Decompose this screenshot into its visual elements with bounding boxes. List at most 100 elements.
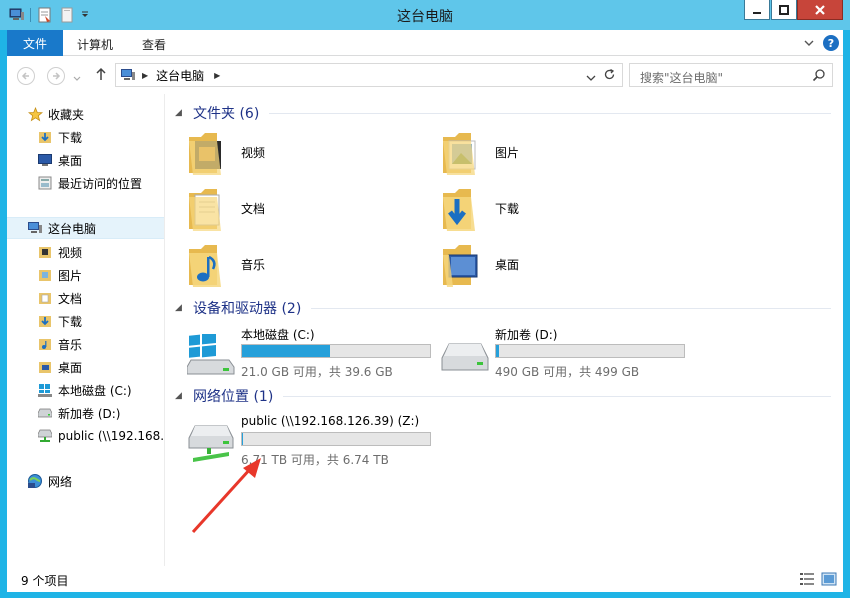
group-folders-title: 文件夹 (6) [193, 106, 260, 122]
group-folders[interactable]: ◢ 文件夹 (6) [171, 102, 837, 124]
ribbon: 文件 计算机 查看 ? [7, 30, 843, 56]
nav-favorite-desktop[interactable]: 桌面 [7, 149, 164, 171]
divider [311, 307, 831, 309]
breadcrumb[interactable]: 这台电脑 [156, 67, 204, 84]
minimize-button[interactable] [744, 0, 770, 20]
large-icons-view-icon[interactable] [821, 571, 837, 587]
folder-desktop[interactable]: 桌面 [429, 239, 679, 291]
usage-fill [242, 345, 331, 357]
collapse-icon[interactable]: ◢ [175, 391, 185, 401]
search-placeholder: 搜索"这台电脑" [640, 71, 724, 85]
search-icon[interactable] [812, 68, 826, 85]
nav-label: 下载 [58, 314, 83, 329]
nav-drive-d[interactable]: 新加卷 (D:) [7, 402, 164, 424]
videos-folder-icon [187, 129, 227, 177]
group-network-locations[interactable]: ◢ 网络位置 (1) [171, 385, 837, 407]
usage-bar [495, 344, 685, 358]
folder-music[interactable]: 音乐 [175, 239, 425, 291]
computer-icon [120, 68, 136, 82]
drive-c[interactable]: 本地磁盘 (C:) 21.0 GB 可用，共 39.6 GB [175, 324, 431, 384]
nav-favorite-recent[interactable]: 最近访问的位置 [7, 172, 164, 194]
forward-button[interactable] [47, 67, 65, 85]
nav-music[interactable]: 音乐 [7, 333, 164, 355]
chevron-right-icon[interactable]: ▶ [142, 71, 148, 80]
nav-favorites[interactable]: 收藏夹 [7, 103, 164, 125]
group-network-title: 网络位置 (1) [193, 389, 274, 405]
nav-documents[interactable]: 文档 [7, 287, 164, 309]
up-arrow-icon[interactable] [95, 67, 107, 84]
nav-label: 视频 [58, 245, 83, 260]
drive-name: 新加卷 (D:) [495, 328, 558, 342]
expand-ribbon-icon[interactable] [801, 35, 817, 51]
annotation-arrow [191, 458, 261, 534]
nav-label: 图片 [58, 268, 83, 283]
content-pane: ◢ 文件夹 (6) 视频 图片 文档 下载 音乐 桌面 ◢ 设备和驱动器 (2)… [171, 94, 843, 566]
downloads-icon [37, 129, 53, 145]
nav-favorite-downloads[interactable]: 下载 [7, 126, 164, 148]
documents-folder-icon [37, 290, 53, 306]
nav-pictures[interactable]: 图片 [7, 264, 164, 286]
divider [269, 112, 831, 114]
star-icon [27, 106, 43, 122]
folder-videos[interactable]: 视频 [175, 127, 425, 179]
tab-view[interactable]: 查看 [142, 36, 166, 53]
nav-favorites-label: 收藏夹 [48, 107, 85, 122]
search-input[interactable]: 搜索"这台电脑" [629, 63, 833, 87]
folder-label: 图片 [495, 146, 520, 160]
window-title: 这台电脑 [397, 9, 453, 25]
main-body: 收藏夹 下载 桌面 最近访问的位置 这台电脑 视频 图片 文档 下载 音乐 桌面… [7, 94, 843, 566]
videos-folder-icon [37, 244, 53, 260]
close-button[interactable] [797, 0, 843, 20]
nav-videos[interactable]: 视频 [7, 241, 164, 263]
group-devices[interactable]: ◢ 设备和驱动器 (2) [171, 297, 837, 319]
windows-drive-icon [37, 382, 53, 398]
nav-label: 最近访问的位置 [58, 176, 143, 191]
collapse-icon[interactable]: ◢ [175, 303, 185, 313]
refresh-icon[interactable] [603, 68, 616, 84]
maximize-button[interactable] [771, 0, 797, 20]
nav-desktop[interactable]: 桌面 [7, 356, 164, 378]
drive-d[interactable]: 新加卷 (D:) 490 GB 可用，共 499 GB [429, 324, 685, 384]
chevron-right-icon[interactable]: ▶ [214, 71, 220, 80]
pictures-folder-icon [37, 267, 53, 283]
ribbon-controls: ? [801, 35, 839, 51]
folder-downloads[interactable]: 下载 [429, 183, 679, 235]
folder-pictures[interactable]: 图片 [429, 127, 679, 179]
details-view-icon[interactable] [799, 571, 815, 587]
nav-this-pc[interactable]: 这台电脑 [7, 217, 164, 239]
address-row: ▶ 这台电脑 ▶ 搜索"这台电脑" [7, 56, 843, 94]
music-folder-icon [37, 336, 53, 352]
nav-label: 文档 [58, 291, 83, 306]
network-icon [27, 473, 43, 489]
nav-label: 下载 [58, 130, 83, 145]
desktop-icon [37, 152, 53, 168]
computer-icon [27, 220, 43, 236]
folder-label: 桌面 [495, 258, 520, 272]
tab-computer[interactable]: 计算机 [77, 36, 113, 53]
music-folder-icon [187, 241, 227, 289]
collapse-icon[interactable]: ◢ [175, 108, 185, 118]
drive-free-space: 21.0 GB 可用，共 39.6 GB [241, 365, 393, 379]
history-dropdown-icon[interactable] [586, 70, 596, 84]
view-switcher [793, 571, 837, 587]
network-drive-icon [37, 428, 53, 444]
desktop-folder-icon [37, 359, 53, 375]
drive-name: public (\\192.168.126.39) (Z:) [241, 414, 420, 428]
nav-this-pc-label: 这台电脑 [48, 221, 97, 236]
documents-folder-icon [187, 185, 227, 233]
recent-locations-icon[interactable] [73, 71, 81, 85]
back-button[interactable] [17, 67, 35, 85]
help-icon[interactable]: ? [823, 35, 839, 51]
nav-drive-c[interactable]: 本地磁盘 (C:) [7, 379, 164, 401]
nav-network[interactable]: 网络 [7, 470, 164, 492]
usage-bar [241, 432, 431, 446]
drive-name: 本地磁盘 (C:) [241, 328, 315, 342]
drive-free-space: 490 GB 可用，共 499 GB [495, 365, 640, 379]
nav-network-drive[interactable]: public (\\192.168.1 [7, 425, 164, 447]
navigation-pane: 收藏夹 下载 桌面 最近访问的位置 这台电脑 视频 图片 文档 下载 音乐 桌面… [7, 94, 165, 566]
nav-downloads[interactable]: 下载 [7, 310, 164, 332]
folder-documents[interactable]: 文档 [175, 183, 425, 235]
desktop-folder-icon [441, 241, 481, 289]
tab-file[interactable]: 文件 [7, 30, 63, 56]
address-bar[interactable]: ▶ 这台电脑 ▶ [115, 63, 623, 87]
